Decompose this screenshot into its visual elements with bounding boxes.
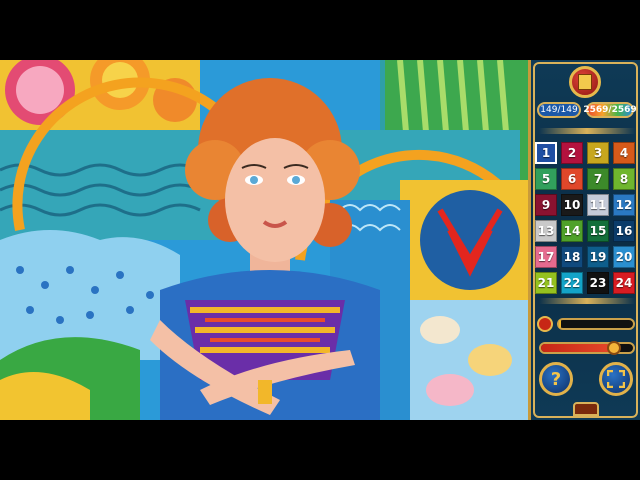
color-swatch-7[interactable]: 7	[587, 168, 609, 190]
side-panel: 149/149 2569/2569 1 2 3 4 5 6 7 8 9 10 11 12 13 14 15 1…	[528, 60, 640, 420]
color-swatch-9[interactable]: 9	[535, 194, 557, 216]
color-swatch-17[interactable]: 17	[535, 246, 557, 268]
progress-counter: 149/149	[537, 102, 581, 118]
hint-bulb-icon	[606, 341, 621, 355]
divider	[539, 128, 635, 134]
color-swatch-14[interactable]: 14	[561, 220, 583, 242]
color-swatch-16[interactable]: 16	[613, 220, 635, 242]
color-swatch-10[interactable]: 10	[561, 194, 583, 216]
fullscreen-button[interactable]	[599, 362, 633, 396]
color-swatch-6[interactable]: 6	[561, 168, 583, 190]
color-swatch-8[interactable]: 8	[613, 168, 635, 190]
zoom-slider-fill	[559, 320, 562, 328]
color-swatch-11[interactable]: 11	[587, 194, 609, 216]
book-icon	[578, 74, 592, 90]
divider	[539, 298, 635, 304]
color-swatch-19[interactable]: 19	[587, 246, 609, 268]
zoom-slider[interactable]	[557, 318, 635, 330]
color-swatch-1[interactable]: 1	[535, 142, 557, 164]
color-swatch-13[interactable]: 13	[535, 220, 557, 242]
color-swatch-2[interactable]: 2	[561, 142, 583, 164]
help-button[interactable]: ?	[539, 362, 573, 396]
panel-ornament	[573, 402, 599, 416]
fullscreen-icon	[607, 370, 625, 388]
color-swatch-18[interactable]: 18	[561, 246, 583, 268]
color-swatch-15[interactable]: 15	[587, 220, 609, 242]
color-swatch-20[interactable]: 20	[613, 246, 635, 268]
score-counter: 2569/2569	[583, 102, 637, 118]
zoom-icon[interactable]	[537, 316, 553, 332]
coloring-canvas[interactable]	[0, 60, 528, 420]
color-swatch-5[interactable]: 5	[535, 168, 557, 190]
color-palette: 1 2 3 4 5 6 7 8 9 10 11 12 13 14 15 16 17 18 19 20 21 22 23 24	[535, 142, 639, 294]
menu-book-button[interactable]	[569, 66, 601, 98]
artwork	[0, 60, 528, 420]
color-swatch-12[interactable]: 12	[613, 194, 635, 216]
color-swatch-24[interactable]: 24	[613, 272, 635, 294]
color-swatch-4[interactable]: 4	[613, 142, 635, 164]
hint-slider-fill	[541, 344, 613, 352]
color-swatch-21[interactable]: 21	[535, 272, 557, 294]
color-swatch-3[interactable]: 3	[587, 142, 609, 164]
color-swatch-23[interactable]: 23	[587, 272, 609, 294]
color-swatch-22[interactable]: 22	[561, 272, 583, 294]
